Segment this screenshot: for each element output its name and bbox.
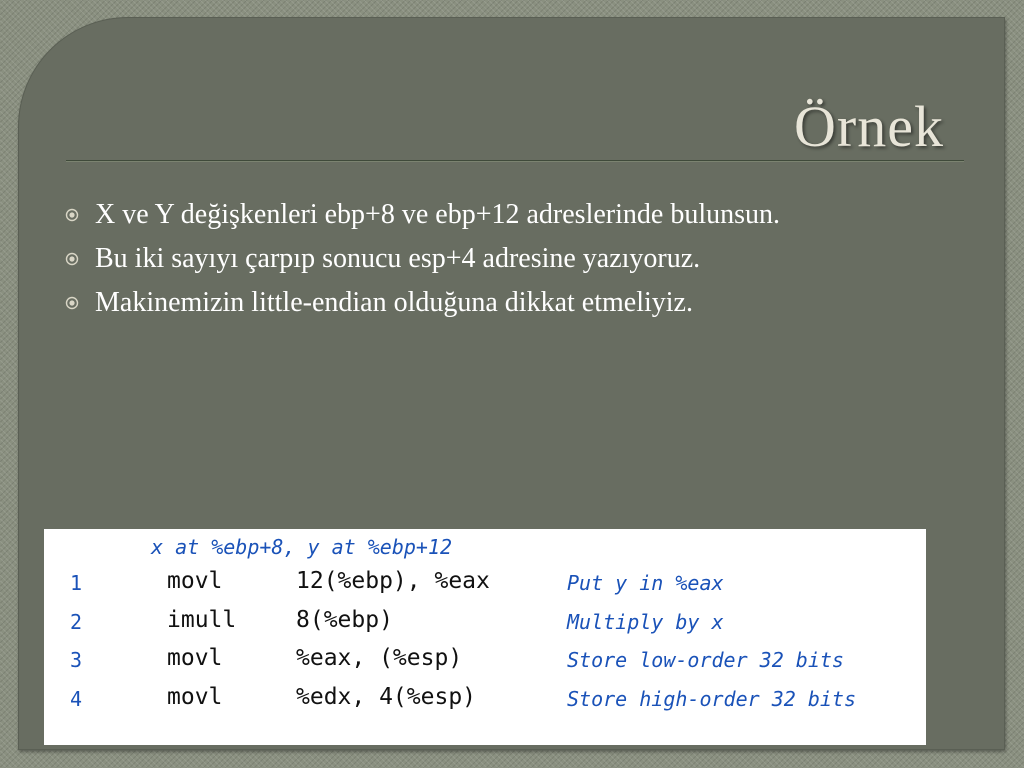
comment: Store low-order 32 bits xyxy=(567,648,844,672)
operands: %eax, (%esp) xyxy=(296,645,463,671)
code-header: x at %ebp+8, y at %ebp+12 xyxy=(151,535,453,559)
code-row: 3 movl %eax, (%esp) Store low-order 32 b… xyxy=(44,644,926,678)
code-row: 2 imull 8(%ebp) Multiply by x xyxy=(44,606,926,640)
circle-target-icon xyxy=(65,208,79,222)
bullet-item: Bu iki sayıyı çarpıp sonucu esp+4 adresi… xyxy=(65,240,935,278)
operands: %edx, 4(%esp) xyxy=(296,684,477,710)
code-listing: x at %ebp+8, y at %ebp+12 1 movl 12(%ebp… xyxy=(44,529,926,745)
line-number: 1 xyxy=(70,571,83,595)
comment: Multiply by x xyxy=(567,610,724,634)
comment: Put y in %eax xyxy=(567,571,724,595)
line-number: 2 xyxy=(70,610,83,634)
operands: 12(%ebp), %eax xyxy=(296,568,490,594)
bullet-text: X ve Y değişkenleri ebp+8 ve ebp+12 adre… xyxy=(95,199,780,230)
bullet-text: Makinemizin little-endian olduğuna dikka… xyxy=(95,287,693,318)
bullet-item: X ve Y değişkenleri ebp+8 ve ebp+12 adre… xyxy=(65,196,935,234)
code-row: 1 movl 12(%ebp), %eax Put y in %eax xyxy=(44,567,926,601)
instruction: movl xyxy=(167,645,223,671)
circle-target-icon xyxy=(65,296,79,310)
line-number: 4 xyxy=(70,687,83,711)
comment: Store high-order 32 bits xyxy=(567,687,856,711)
bullet-item: Makinemizin little-endian olduğuna dikka… xyxy=(65,284,935,322)
title-divider xyxy=(66,160,964,162)
bullet-text: Bu iki sayıyı çarpıp sonucu esp+4 adresi… xyxy=(95,243,701,274)
line-number: 3 xyxy=(70,648,83,672)
instruction: imull xyxy=(167,607,237,633)
instruction: movl xyxy=(167,568,223,594)
slide-title: Örnek xyxy=(794,94,944,159)
circle-target-icon xyxy=(65,252,79,266)
operands: 8(%ebp) xyxy=(296,607,393,633)
code-row: 4 movl %edx, 4(%esp) Store high-order 32… xyxy=(44,683,926,717)
instruction: movl xyxy=(167,684,223,710)
bullet-list: X ve Y değişkenleri ebp+8 ve ebp+12 adre… xyxy=(65,196,935,328)
code-header-row: x at %ebp+8, y at %ebp+12 xyxy=(44,533,926,567)
